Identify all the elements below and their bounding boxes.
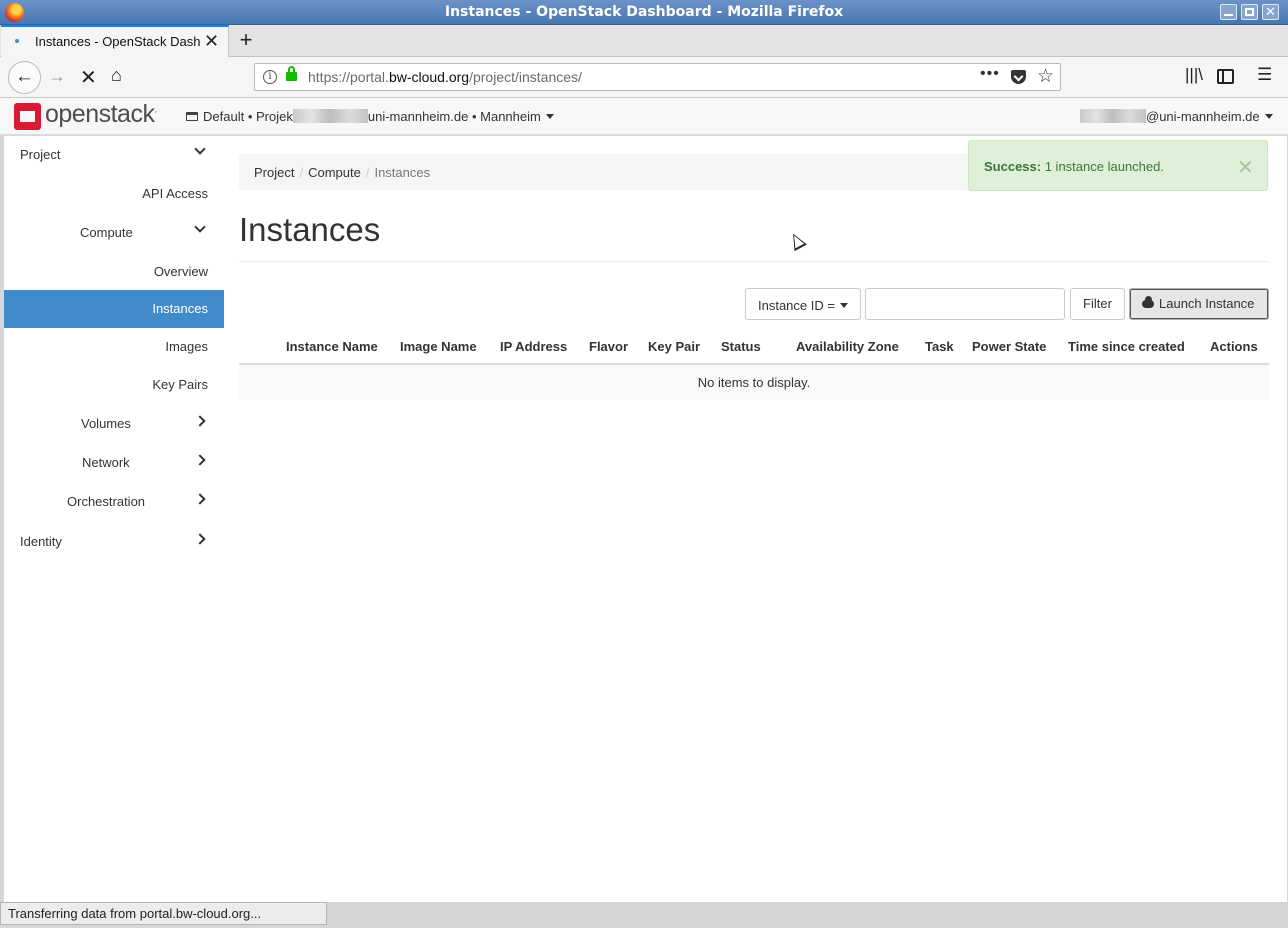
maximize-button[interactable] [1241,4,1258,20]
pocket-icon[interactable] [1011,70,1026,84]
column-header[interactable]: Instance Name [286,339,378,354]
alert-close-icon[interactable]: ✕ [1237,155,1254,180]
column-header[interactable]: Availability Zone [796,339,899,354]
chevron-right-icon [194,493,206,505]
sidebar-toggle-icon[interactable] [1217,69,1234,84]
breadcrumb-project[interactable]: Project [254,165,294,180]
sidebar-item-orchestration[interactable]: Orchestration [4,483,224,521]
tab-loading-icon [15,39,19,43]
openstack-header: openstack. Default • Projek uni-mannheim.… [0,98,1288,135]
title-divider [239,261,1269,262]
alert-strong: Success: [984,159,1042,174]
openstack-logo[interactable]: openstack. [45,100,157,129]
page-actions-icon[interactable]: ••• [980,65,1000,83]
column-header[interactable]: IP Address [500,339,567,354]
column-header[interactable]: Task [925,339,954,354]
secure-lock-icon [286,66,297,81]
project-selector[interactable]: Default • Projek uni-mannheim.de • Mannhe… [186,109,554,124]
sidebar-item-identity[interactable]: Identity [4,523,224,561]
library-icon[interactable]: |||\ [1185,65,1203,85]
column-header[interactable]: Power State [972,339,1046,354]
sidebar-item-network[interactable]: Network [4,444,224,482]
table-empty-row: No items to display. [239,365,1269,400]
openstack-logo-icon[interactable] [14,103,41,130]
sidebar-item-api-access[interactable]: API Access [4,175,224,213]
sidebar-item-key-pairs[interactable]: Key Pairs [4,366,224,404]
url-text[interactable]: https://portal.bw-cloud.org/project/inst… [308,69,582,85]
filter-field-select[interactable]: Instance ID = [745,288,861,320]
forward-button[interactable]: → [48,66,66,87]
url-bar[interactable]: i https://portal.bw-cloud.org/project/in… [254,63,1061,91]
chevron-right-icon [194,454,206,466]
project-icon [186,112,198,121]
menu-icon[interactable]: ☰ [1257,65,1272,85]
alert-message: 1 instance launched. [1044,159,1164,174]
caret-down-icon [545,114,554,119]
sidebar-item-volumes[interactable]: Volumes [4,405,224,443]
column-header[interactable]: Flavor [589,339,628,354]
redacted-username [1080,109,1146,123]
site-info-icon[interactable]: i [263,70,277,84]
caret-down-icon [839,303,848,308]
stop-loading-button[interactable]: ✕ [80,65,97,90]
browser-navbar: ← → ✕ ⌂ i https://portal.bw-cloud.org/pr… [0,57,1288,98]
main-content: Project / Compute / Instances Success: 1 ins… [224,136,1287,902]
column-header[interactable]: Image Name [400,339,477,354]
window-titlebar: Instances - OpenStack Dashboard - Mozill… [0,0,1288,25]
minimize-button[interactable] [1220,4,1237,20]
chevron-down-icon [194,143,206,155]
close-window-button[interactable]: ✕ [1262,4,1279,20]
column-header[interactable]: Status [721,339,761,354]
status-bar: Transferring data from portal.bw-cloud.o… [0,902,327,925]
new-tab-button[interactable]: + [236,27,256,53]
column-header: Actions [1210,339,1258,354]
column-header[interactable]: Time since created [1068,339,1185,354]
launch-instance-button[interactable]: Launch Instance [1129,288,1269,320]
chevron-right-icon [194,533,206,545]
sidebar-item-images[interactable]: Images [4,328,224,366]
tab-strip: Instances - OpenStack Dashboard ✕ + [0,25,1288,57]
redacted-text [292,109,368,123]
browser-tab[interactable]: Instances - OpenStack Dashboard ✕ [1,25,229,57]
cloud-upload-icon [1142,296,1154,308]
sidebar-item-compute[interactable]: Compute [4,214,224,252]
filter-input[interactable] [865,288,1065,320]
tab-close-icon[interactable]: ✕ [204,31,219,52]
chevron-right-icon [194,415,206,427]
home-button[interactable]: ⌂ [111,65,122,86]
sidebar-item-overview[interactable]: Overview [4,253,224,291]
breadcrumb-current: Instances [374,165,431,180]
caret-down-icon [1264,114,1273,119]
window-title: Instances - OpenStack Dashboard - Mozill… [444,4,844,20]
success-alert: Success: 1 instance launched. ✕ [968,140,1268,191]
tab-title: Instances - OpenStack Dashboard [35,34,200,49]
user-menu[interactable]: @uni-mannheim.de [1080,109,1273,124]
chevron-down-icon [194,221,206,233]
bookmark-star-icon[interactable]: ☆ [1037,65,1054,88]
sidebar-item-project[interactable]: Project [4,136,224,174]
sidebar-item-instances[interactable]: Instances [4,290,224,328]
sidebar-nav: Project API Access Compute Overview Inst… [4,136,224,902]
instances-table-header: Instance Name Image Name IP Address Flav… [239,328,1269,365]
back-button[interactable]: ← [8,61,41,94]
page-title: Instances [239,211,381,248]
filter-button[interactable]: Filter [1070,288,1125,320]
breadcrumb-compute[interactable]: Compute [308,165,361,180]
column-header[interactable]: Key Pair [648,339,700,354]
